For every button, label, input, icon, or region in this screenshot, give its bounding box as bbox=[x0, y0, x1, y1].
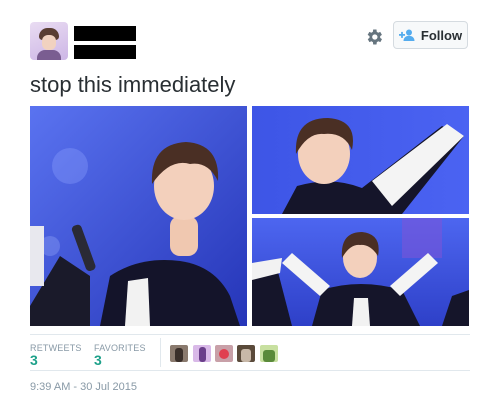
favoriter-avatar-image bbox=[215, 345, 233, 362]
gear-icon[interactable] bbox=[364, 27, 384, 47]
add-user-icon bbox=[398, 29, 415, 41]
tweet-photo-1[interactable] bbox=[30, 106, 247, 326]
redacted-username bbox=[74, 45, 136, 59]
tweet-photo-3[interactable] bbox=[252, 218, 469, 326]
favorites-count[interactable]: 3 bbox=[94, 352, 102, 368]
favoriter-avatar-image bbox=[237, 345, 255, 362]
avatar-body bbox=[37, 50, 61, 60]
tweet-timestamp[interactable]: 9:39 AM - 30 Jul 2015 bbox=[30, 381, 137, 393]
photo-3-image bbox=[252, 218, 469, 326]
tweet-photo-2[interactable] bbox=[252, 106, 469, 214]
photo-1-image bbox=[30, 106, 247, 326]
stats-bottom-divider bbox=[30, 370, 470, 371]
favoriter-avatar[interactable] bbox=[215, 345, 233, 362]
follow-button[interactable]: Follow bbox=[393, 21, 468, 49]
favoriter-avatar-image bbox=[260, 345, 278, 362]
favoriter-avatar[interactable] bbox=[237, 345, 255, 362]
author-avatar[interactable] bbox=[30, 22, 68, 60]
favoriter-avatar[interactable] bbox=[170, 345, 188, 362]
follow-label: Follow bbox=[420, 27, 463, 43]
favoriter-avatar-image bbox=[193, 345, 211, 362]
redacted-display-name bbox=[74, 26, 136, 41]
stats-separator bbox=[160, 338, 161, 367]
favoriter-avatar-image bbox=[170, 345, 188, 362]
favoriter-avatar[interactable] bbox=[193, 345, 211, 362]
favoriter-avatar[interactable] bbox=[260, 345, 278, 362]
photo-2-image bbox=[252, 106, 469, 214]
retweets-count[interactable]: 3 bbox=[30, 352, 38, 368]
avatar-face bbox=[42, 35, 56, 50]
tweet-text: stop this immediately bbox=[30, 72, 236, 97]
stats-top-divider bbox=[30, 334, 470, 335]
